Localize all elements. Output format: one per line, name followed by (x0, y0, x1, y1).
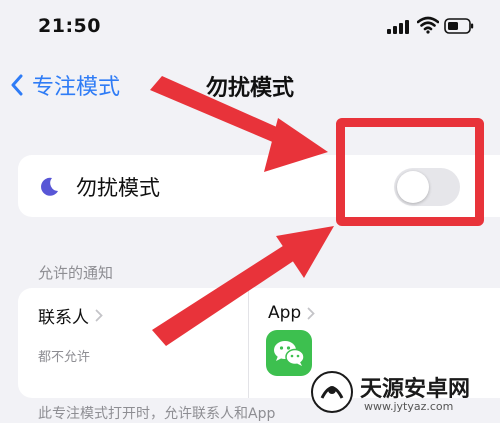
moon-icon (41, 177, 58, 196)
status-time: 21:50 (38, 15, 101, 37)
wechat-glyph (274, 341, 305, 366)
battery-icon (444, 18, 474, 34)
highlight-box (336, 118, 484, 226)
section-header: 允许的通知 (38, 264, 114, 282)
card-divider (248, 288, 249, 398)
wechat-icon[interactable] (266, 330, 312, 376)
wifi-icon (417, 16, 439, 34)
watermark-logo-icon (311, 371, 353, 413)
watermark-title: 天源安卓网 (360, 377, 471, 402)
chevron-right-icon (95, 309, 103, 322)
dnd-label: 勿扰模式 (76, 176, 160, 200)
contacts-link[interactable]: 联系人 (38, 303, 103, 328)
contacts-label: 联系人 (38, 308, 89, 328)
watermark-url: www.jytyaz.com (364, 400, 454, 413)
apps-link[interactable]: App (268, 303, 315, 323)
cellular-signal-icon (387, 20, 409, 34)
watermark: 天源安卓网 www.jytyaz.com (308, 368, 498, 418)
chevron-right-icon (307, 307, 315, 319)
apps-label: App (268, 303, 302, 323)
page-title: 勿扰模式 (205, 76, 294, 101)
contacts-subtitle: 都不允许 (38, 350, 91, 365)
